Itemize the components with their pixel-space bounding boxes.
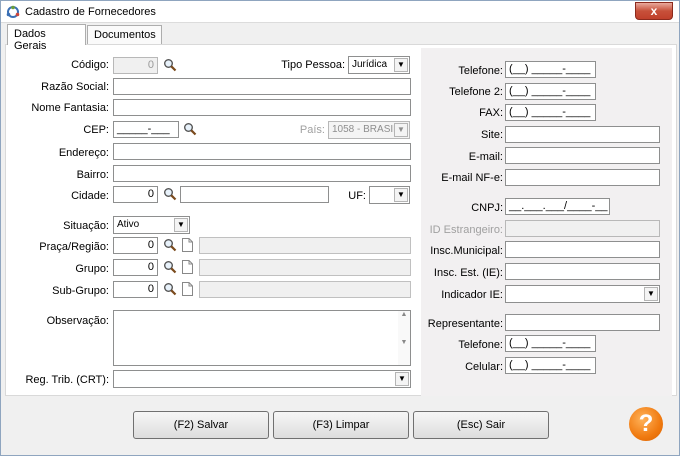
subgrupo-desc-field bbox=[199, 281, 411, 298]
cep-label: CEP: bbox=[83, 124, 109, 136]
tipo-pessoa-label: Tipo Pessoa: bbox=[281, 59, 345, 71]
codigo-label: Código: bbox=[71, 59, 109, 71]
rep-telefone-field[interactable]: (__) _____-____ bbox=[505, 335, 596, 352]
search-icon[interactable] bbox=[163, 238, 177, 252]
search-icon[interactable] bbox=[163, 58, 177, 72]
document-icon[interactable] bbox=[182, 282, 193, 296]
grupo-desc-field bbox=[199, 259, 411, 276]
rep-telefone-label: Telefone: bbox=[458, 339, 503, 351]
telefone2-field[interactable]: (__) _____-____ bbox=[505, 83, 596, 100]
tab-documentos[interactable]: Documentos bbox=[87, 25, 162, 45]
reg-trib-select[interactable]: ▼ bbox=[113, 370, 411, 388]
rep-celular-label: Celular: bbox=[465, 361, 503, 373]
telefone2-label: Telefone 2: bbox=[449, 86, 503, 98]
uf-select[interactable]: ▼ bbox=[369, 186, 410, 204]
pais-select[interactable]: 1058 - BRASIL ▼ bbox=[328, 121, 410, 139]
email-nfe-field[interactable] bbox=[505, 169, 660, 186]
codigo-field[interactable]: 0 bbox=[113, 57, 158, 74]
help-icon[interactable]: ? bbox=[629, 407, 663, 441]
endereco-label: Endereço: bbox=[58, 147, 109, 159]
insc-estadual-label: Insc. Est. (IE): bbox=[433, 267, 503, 279]
id-estrangeiro-label: ID Estrangeiro: bbox=[429, 224, 503, 236]
insc-estadual-field[interactable] bbox=[505, 263, 660, 280]
telefone-label: Telefone: bbox=[458, 65, 503, 77]
observacao-label: Observação: bbox=[46, 315, 109, 327]
document-icon[interactable] bbox=[182, 238, 193, 252]
reg-trib-label: Reg. Trib. (CRT): bbox=[25, 374, 109, 386]
praca-label: Praça/Região: bbox=[39, 241, 109, 253]
rep-celular-field[interactable]: (__) _____-____ bbox=[505, 357, 596, 374]
razao-social-field[interactable] bbox=[113, 78, 411, 95]
insc-municipal-field[interactable] bbox=[505, 241, 660, 258]
dropdown-arrow-icon[interactable]: ▼ bbox=[394, 58, 408, 72]
search-icon[interactable] bbox=[163, 260, 177, 274]
tipo-pessoa-select[interactable]: Jurídica ▼ bbox=[348, 56, 410, 74]
email-field[interactable] bbox=[505, 147, 660, 164]
window-title: Cadastro de Fornecedores bbox=[25, 6, 156, 18]
uf-label: UF: bbox=[348, 190, 366, 202]
cidade-code-field[interactable]: 0 bbox=[113, 186, 158, 203]
window: Cadastro de Fornecedores x Dados Gerais … bbox=[0, 0, 680, 456]
dropdown-arrow-icon[interactable]: ▼ bbox=[394, 188, 408, 202]
cep-field[interactable]: _____-___ bbox=[113, 121, 179, 138]
representante-field[interactable] bbox=[505, 314, 660, 331]
nome-fantasia-field[interactable] bbox=[113, 99, 411, 116]
fax-label: FAX: bbox=[479, 107, 503, 119]
nome-fantasia-label: Nome Fantasia: bbox=[31, 102, 109, 114]
praca-code-field[interactable]: 0 bbox=[113, 237, 158, 254]
grupo-code-field[interactable]: 0 bbox=[113, 259, 158, 276]
dropdown-arrow-icon[interactable]: ▼ bbox=[394, 123, 408, 137]
indicador-ie-select[interactable]: ▼ bbox=[505, 285, 660, 303]
grupo-label: Grupo: bbox=[75, 263, 109, 275]
cnpj-label: CNPJ: bbox=[471, 202, 503, 214]
exit-button[interactable]: (Esc) Sair bbox=[413, 411, 549, 439]
cidade-name-field[interactable] bbox=[180, 186, 329, 203]
subgrupo-code-field[interactable]: 0 bbox=[113, 281, 158, 298]
email-nfe-label: E-mail NF-e: bbox=[441, 172, 503, 184]
dropdown-arrow-icon[interactable]: ▼ bbox=[174, 218, 188, 232]
bairro-label: Bairro: bbox=[76, 169, 109, 181]
pais-value: 1058 - BRASIL bbox=[332, 124, 399, 135]
search-icon[interactable] bbox=[183, 122, 197, 136]
situacao-select[interactable]: Ativo ▼ bbox=[113, 216, 190, 234]
telefone-field[interactable]: (__) _____-____ bbox=[505, 61, 596, 78]
cnpj-field[interactable]: __.___.___/____-__ bbox=[505, 198, 610, 215]
observacao-textarea[interactable]: ▲ ▼ bbox=[113, 310, 411, 366]
id-estrangeiro-field[interactable] bbox=[505, 220, 660, 237]
dropdown-arrow-icon[interactable]: ▼ bbox=[395, 372, 409, 386]
situacao-label: Situação: bbox=[63, 220, 109, 232]
bairro-field[interactable] bbox=[113, 165, 411, 182]
tipo-pessoa-value: Jurídica bbox=[352, 59, 388, 70]
praca-desc-field bbox=[199, 237, 411, 254]
clear-button[interactable]: (F3) Limpar bbox=[273, 411, 409, 439]
site-field[interactable] bbox=[505, 126, 660, 143]
indicador-ie-label: Indicador IE: bbox=[441, 289, 503, 301]
search-icon[interactable] bbox=[163, 187, 177, 201]
tab-dados-gerais[interactable]: Dados Gerais bbox=[7, 24, 86, 52]
search-icon[interactable] bbox=[163, 282, 177, 296]
razao-social-label: Razão Social: bbox=[41, 81, 109, 93]
observacao-scrollbar[interactable]: ▲ ▼ bbox=[398, 311, 410, 365]
title-bar: Cadastro de Fornecedores x bbox=[1, 1, 679, 23]
dropdown-arrow-icon[interactable]: ▼ bbox=[644, 287, 658, 301]
subgrupo-label: Sub-Grupo: bbox=[52, 285, 109, 297]
save-button[interactable]: (F2) Salvar bbox=[133, 411, 269, 439]
fax-field[interactable]: (__) _____-____ bbox=[505, 104, 596, 121]
insc-municipal-label: Insc.Municipal: bbox=[430, 245, 503, 257]
endereco-field[interactable] bbox=[113, 143, 411, 160]
representante-label: Representante: bbox=[427, 318, 503, 330]
cidade-label: Cidade: bbox=[71, 190, 109, 202]
email-label: E-mail: bbox=[468, 151, 503, 163]
pais-label: País: bbox=[299, 124, 325, 136]
app-icon bbox=[6, 5, 20, 18]
close-button[interactable]: x bbox=[635, 2, 673, 20]
situacao-value: Ativo bbox=[117, 219, 140, 230]
document-icon[interactable] bbox=[182, 260, 193, 274]
site-label: Site: bbox=[480, 129, 503, 141]
